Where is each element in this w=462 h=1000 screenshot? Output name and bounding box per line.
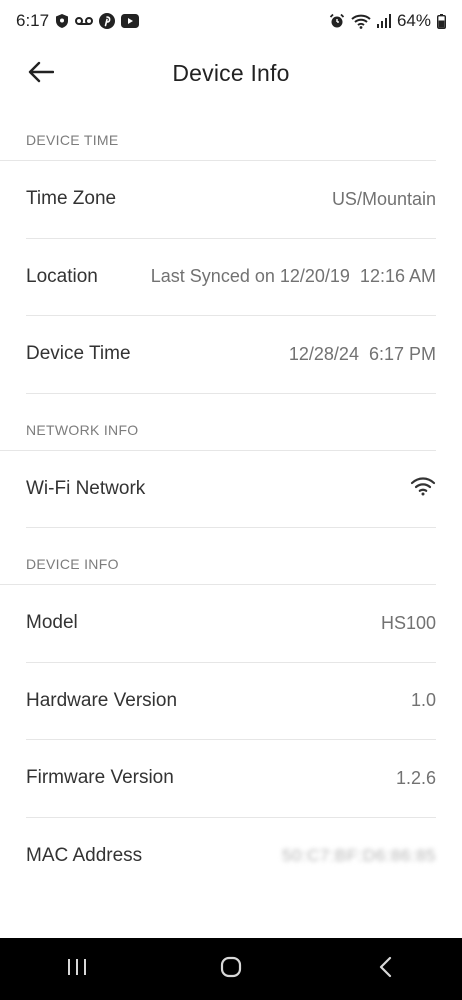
row-value: HS100 bbox=[380, 612, 436, 633]
wifi-icon bbox=[351, 14, 371, 29]
row-firmware-version[interactable]: Firmware Version 1.2.6 bbox=[26, 740, 436, 818]
back-nav-button[interactable] bbox=[355, 947, 415, 991]
signal-icon bbox=[376, 14, 391, 28]
battery-icon bbox=[437, 13, 446, 29]
section-header-network-info: NETWORK INFO bbox=[0, 394, 436, 451]
back-icon bbox=[378, 956, 392, 983]
wifi-icon bbox=[410, 476, 436, 501]
row-label: Firmware Version bbox=[26, 767, 174, 789]
row-location[interactable]: Location Last Synced on 12/20/19 12:16 A… bbox=[26, 239, 436, 316]
status-bar-right: 64% bbox=[329, 11, 446, 31]
app-bar: Device Info bbox=[0, 42, 462, 104]
home-button[interactable] bbox=[201, 947, 261, 991]
status-bar-left: 6:17 bbox=[16, 11, 140, 31]
row-label: Time Zone bbox=[26, 188, 117, 210]
recent-apps-button[interactable] bbox=[47, 947, 107, 991]
mac-address-value-obscured: 50:C7:BF:D6:86:85 bbox=[281, 846, 436, 866]
row-time-zone[interactable]: Time Zone US/Mountain bbox=[26, 161, 436, 239]
status-bar: 6:17 64% bbox=[0, 0, 462, 42]
row-label: Device Time bbox=[26, 343, 131, 365]
section-header-device-info: DEVICE INFO bbox=[0, 528, 436, 585]
row-label: Hardware Version bbox=[26, 689, 178, 711]
status-time: 6:17 bbox=[16, 11, 50, 30]
shield-icon bbox=[55, 13, 69, 29]
youtube-icon bbox=[121, 14, 140, 28]
home-icon bbox=[220, 956, 242, 983]
row-value: Last Synced on 12/20/19 12:16 AM bbox=[150, 266, 436, 287]
row-model[interactable]: Model HS100 bbox=[26, 585, 436, 663]
section-header-device-time: DEVICE TIME bbox=[0, 104, 436, 161]
device-info-list: DEVICE TIME Time Zone US/Mountain Locati… bbox=[0, 104, 462, 895]
row-label: Location bbox=[26, 265, 98, 287]
row-value: 1.0 bbox=[410, 690, 436, 711]
row-value: 12/28/24 6:17 PM bbox=[288, 343, 436, 364]
alarm-icon bbox=[329, 13, 345, 29]
row-label: MAC Address bbox=[26, 845, 143, 867]
row-wifi-network[interactable]: Wi-Fi Network bbox=[26, 451, 436, 528]
row-label: Model bbox=[26, 612, 78, 634]
battery-percent: 64% bbox=[396, 11, 431, 30]
recent-apps-icon bbox=[66, 958, 88, 981]
row-value: 1.2.6 bbox=[395, 767, 436, 788]
row-label: Wi-Fi Network bbox=[26, 477, 146, 499]
voicemail-icon bbox=[75, 16, 94, 26]
pinterest-icon bbox=[99, 13, 116, 29]
system-nav-bar bbox=[0, 938, 462, 1000]
row-value: US/Mountain bbox=[331, 188, 436, 209]
row-mac-address[interactable]: MAC Address 50:C7:BF:D6:86:85 bbox=[26, 818, 436, 896]
row-device-time[interactable]: Device Time 12/28/24 6:17 PM bbox=[26, 316, 436, 394]
page-title: Device Info bbox=[172, 60, 290, 86]
row-hardware-version[interactable]: Hardware Version 1.0 bbox=[26, 663, 436, 740]
